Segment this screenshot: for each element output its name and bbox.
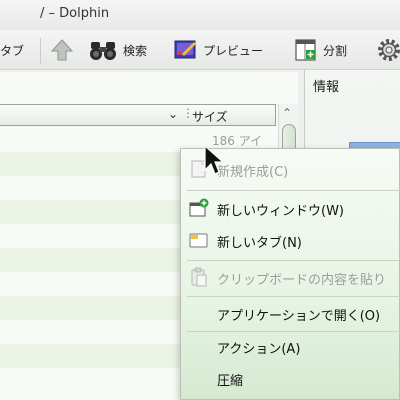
window-titlebar: / – Dolphin xyxy=(0,0,400,30)
preview-icon xyxy=(174,39,198,61)
menu-item-actions[interactable]: アクション(A) xyxy=(181,332,400,360)
menu-item-new-window[interactable]: 新しいウィンドウ(W) xyxy=(181,194,400,222)
tab-button-partial[interactable]: タブ xyxy=(0,30,24,70)
settings-button[interactable] xyxy=(376,30,400,70)
menu-separator xyxy=(187,296,400,297)
size-column-header[interactable]: サイズ xyxy=(192,108,228,125)
binoculars-icon xyxy=(88,39,118,61)
menu-item-paste[interactable]: クリップボードの内容を貼り xyxy=(181,263,400,291)
toolbar-separator xyxy=(40,38,41,64)
menu-separator xyxy=(187,190,400,191)
up-button[interactable] xyxy=(50,30,74,70)
split-button[interactable]: 分割 xyxy=(294,30,347,70)
menu-item-label: アプリケーションで開く(O) xyxy=(217,309,381,324)
menu-item-label: 新規作成(C) xyxy=(217,165,289,180)
context-menu: 新規作成(C) 新しいウィンドウ(W) 新しいタブ(N) クリップボードの内容を… xyxy=(180,148,400,400)
scroll-up-icon[interactable]: ⌃ xyxy=(282,106,292,120)
search-button-label: 検索 xyxy=(123,43,148,58)
preview-button-label: プレビュー xyxy=(203,43,264,58)
mouse-cursor-icon xyxy=(203,144,227,178)
preview-button[interactable]: プレビュー xyxy=(174,30,263,70)
split-button-label: 分割 xyxy=(323,43,348,58)
menu-separator xyxy=(187,260,400,261)
menu-item-label: クリップボードの内容を貼り xyxy=(217,273,387,288)
gear-icon xyxy=(376,37,400,63)
split-view-icon xyxy=(294,38,318,62)
new-tab-icon xyxy=(189,230,209,250)
tab-button-label: タブ xyxy=(0,43,25,58)
new-window-icon xyxy=(189,198,209,218)
menu-item-open-with[interactable]: アプリケーションで開く(O) xyxy=(181,299,400,327)
menu-item-new-tab[interactable]: 新しいタブ(N) xyxy=(181,226,400,254)
column-header[interactable]: ⌄ ⋮ サイズ xyxy=(0,104,276,126)
paste-icon xyxy=(189,267,209,287)
menu-item-label: 新しいタブ(N) xyxy=(217,236,302,251)
chevron-down-icon[interactable]: ⌄ xyxy=(168,107,178,121)
main-toolbar: タブ 検索 プレビュー 分割 xyxy=(0,30,400,70)
menu-item-label: 圧縮 xyxy=(217,374,244,389)
search-button[interactable]: 検索 xyxy=(88,30,147,70)
menu-item-compress[interactable]: 圧縮 xyxy=(181,364,400,392)
menu-item-label: アクション(A) xyxy=(217,342,301,357)
window-title: / – Dolphin xyxy=(40,6,110,21)
menu-item-label: 新しいウィンドウ(W) xyxy=(217,204,344,219)
info-panel-title: 情報 xyxy=(313,80,340,95)
up-arrow-icon xyxy=(50,38,74,62)
